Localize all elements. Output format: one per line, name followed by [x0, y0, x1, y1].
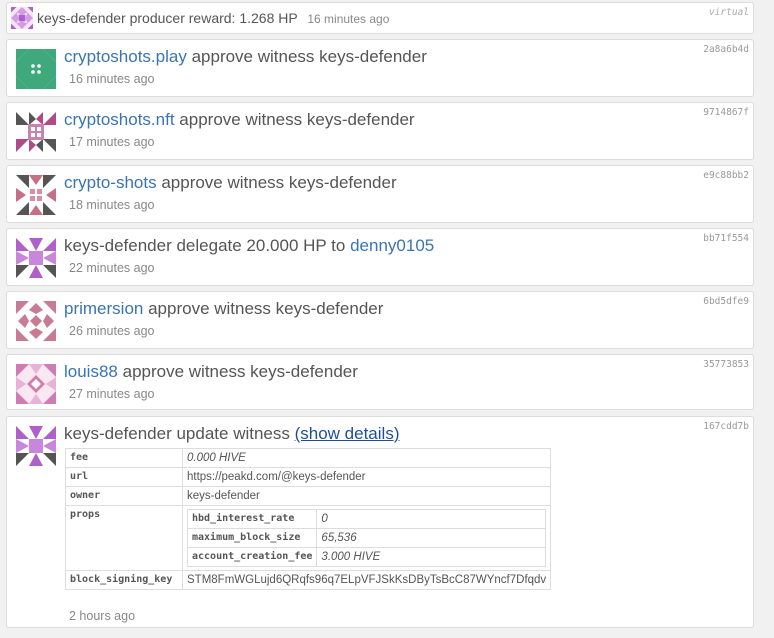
witness-details-table: fee 0.000 HIVE url https://peakd.com/@ke… [65, 448, 552, 590]
table-row: maximum_block_size 65,536 [186, 528, 547, 548]
key-account-creation-fee: account_creation_fee [186, 547, 318, 567]
value-url: https://peakd.com/@keys-defender [181, 467, 552, 487]
account-link[interactable]: cryptoshots.play [64, 47, 187, 66]
op-line: cryptoshots.nft approve witness keys-def… [64, 110, 415, 130]
tx-id-link[interactable]: 6bd5dfe9 [703, 296, 749, 307]
timestamp[interactable]: 16 minutes ago [69, 72, 154, 86]
table-row: fee 0.000 HIVE [65, 448, 552, 468]
op-text: approve witness keys-defender [148, 299, 384, 318]
timestamp[interactable]: 22 minutes ago [69, 261, 154, 275]
props-table: hbd_interest_rate 0 maximum_block_size 6… [186, 509, 547, 567]
avatar[interactable] [16, 112, 56, 152]
op-text: delegate 20.000 HP to [176, 236, 346, 255]
tx-id-link[interactable]: 167cdd7b [703, 421, 749, 432]
identicon-icon [16, 49, 56, 89]
delegatee-link[interactable]: denny0105 [350, 236, 434, 255]
op-line: keys-defender delegate 20.000 HP to denn… [64, 236, 434, 256]
op-witness-vote: crypto-shots approve witness keys-defend… [6, 165, 754, 223]
tx-id-link[interactable]: 9714867f [703, 107, 749, 118]
account-link[interactable]: crypto-shots [64, 173, 157, 192]
timestamp[interactable]: 27 minutes ago [69, 387, 154, 401]
op-line: crypto-shots approve witness keys-defend… [64, 173, 397, 193]
op-witness-vote: cryptoshots.nft approve witness keys-def… [6, 102, 754, 160]
op-witness-vote: cryptoshots.play approve witness keys-de… [6, 39, 754, 97]
account-link[interactable]: primersion [64, 299, 143, 318]
timestamp[interactable]: 17 minutes ago [69, 135, 154, 149]
key-url: url [65, 467, 183, 487]
timestamp[interactable]: 18 minutes ago [69, 198, 154, 212]
table-row: hbd_interest_rate 0 [186, 509, 547, 529]
tx-id-link[interactable]: 2a8a6b4d [703, 44, 749, 55]
identicon-icon [11, 7, 33, 29]
op-line: primersion approve witness keys-defender [64, 299, 383, 319]
op-text: approve witness keys-defender [161, 173, 397, 192]
identicon-icon [16, 112, 56, 152]
op-delegate: keys-defender delegate 20.000 HP to denn… [6, 228, 754, 286]
op-text: approve witness keys-defender [191, 47, 427, 66]
value-hbd-interest-rate: 0 [316, 509, 547, 529]
table-row: owner keys-defender [65, 486, 552, 506]
op-line: cryptoshots.play approve witness keys-de… [64, 47, 427, 67]
value-owner: keys-defender [181, 486, 552, 506]
timestamp[interactable]: 16 minutes ago [307, 12, 389, 26]
tx-id-link[interactable]: bb71f554 [703, 233, 749, 244]
op-line: keys-defender producer reward: 1.268 HP … [37, 10, 389, 26]
op-witness-update: keys-defender update witness (show detai… [6, 416, 754, 628]
op-text: producer reward: 1.268 HP [129, 10, 298, 26]
avatar[interactable] [16, 301, 56, 341]
operations-feed: keys-defender producer reward: 1.268 HP … [0, 0, 774, 638]
op-producer-reward: keys-defender producer reward: 1.268 HP … [6, 2, 754, 34]
key-fee: fee [65, 448, 183, 468]
op-text: approve witness keys-defender [122, 362, 358, 381]
op-line: keys-defender update witness (show detai… [64, 424, 399, 444]
op-text: approve witness keys-defender [179, 110, 415, 129]
timestamp[interactable]: 26 minutes ago [69, 324, 154, 338]
value-maximum-block-size: 65,536 [316, 528, 547, 548]
identicon-icon [16, 364, 56, 404]
show-details-link[interactable]: (show details) [295, 424, 400, 443]
avatar[interactable] [16, 426, 56, 466]
account-link[interactable]: cryptoshots.nft [64, 110, 175, 129]
key-maximum-block-size: maximum_block_size [186, 528, 318, 548]
timestamp[interactable]: 2 hours ago [69, 609, 135, 623]
table-row: props hbd_interest_rate 0 maximum_block_… [65, 505, 552, 571]
op-witness-vote: louis88 approve witness keys-defender 27… [6, 354, 754, 410]
account-link[interactable]: keys-defender [64, 424, 172, 443]
op-text: update witness [176, 424, 290, 443]
op-line: louis88 approve witness keys-defender [64, 362, 358, 382]
avatar[interactable] [11, 7, 33, 29]
tx-id-link[interactable]: e9c88bb2 [703, 170, 749, 181]
value-block-signing-key: STM8FmWGLujd6QRqfs96q7ELpVFJSkKsDByTsBcC… [181, 570, 552, 590]
key-block-signing-key: block_signing_key [65, 570, 183, 590]
avatar[interactable] [16, 175, 56, 215]
identicon-icon [16, 175, 56, 215]
avatar[interactable] [16, 49, 56, 89]
avatar[interactable] [16, 364, 56, 404]
value-props: hbd_interest_rate 0 maximum_block_size 6… [181, 505, 552, 571]
identicon-icon [16, 238, 56, 278]
key-hbd-interest-rate: hbd_interest_rate [186, 509, 318, 529]
value-account-creation-fee: 3.000 HIVE [316, 547, 547, 567]
value-fee: 0.000 HIVE [181, 448, 552, 468]
account-link[interactable]: keys-defender [64, 236, 172, 255]
avatar[interactable] [16, 238, 56, 278]
tx-id-link[interactable]: 35773853 [703, 359, 749, 370]
account-link[interactable]: louis88 [64, 362, 118, 381]
tx-virtual-label: virtual [708, 7, 749, 18]
op-witness-vote: primersion approve witness keys-defender… [6, 291, 754, 349]
identicon-icon [16, 301, 56, 341]
account-link[interactable]: keys-defender [37, 10, 126, 26]
identicon-icon [16, 426, 56, 466]
table-row: account_creation_fee 3.000 HIVE [186, 547, 547, 567]
key-owner: owner [65, 486, 183, 506]
table-row: url https://peakd.com/@keys-defender [65, 467, 552, 487]
key-props: props [65, 505, 183, 571]
table-row: block_signing_key STM8FmWGLujd6QRqfs96q7… [65, 570, 552, 590]
